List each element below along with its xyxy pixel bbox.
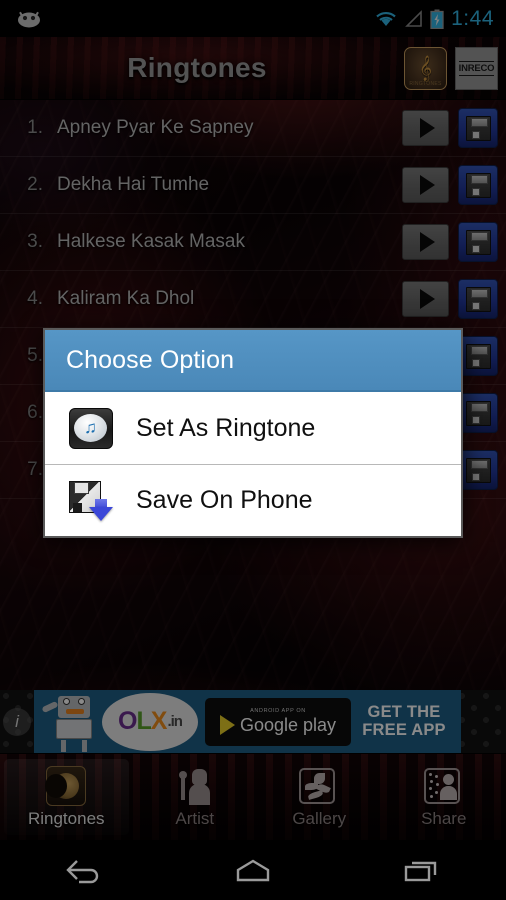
dialog-option-label: Set As Ringtone: [136, 413, 316, 442]
recents-icon: [404, 861, 436, 882]
dialog-title: Choose Option: [66, 345, 235, 374]
dialog-header: Choose Option: [45, 330, 461, 392]
save-to-phone-icon: [67, 477, 114, 524]
system-nav-bar: [0, 840, 506, 900]
nav-recents-button[interactable]: [380, 847, 464, 893]
home-icon: [236, 859, 270, 882]
dialog-option-save-on-phone[interactable]: Save On Phone: [45, 464, 461, 536]
app-screen: 1:44 Ringtones 𝄞 RINGTONES INRECO 1. Apn…: [0, 0, 506, 900]
dialog-option-set-as-ringtone[interactable]: ♫ Set As Ringtone: [45, 392, 461, 464]
nav-home-button[interactable]: [211, 847, 295, 893]
choose-option-dialog: Choose Option ♫ Set As Ringtone Save On …: [43, 328, 463, 538]
dialog-option-label: Save On Phone: [136, 486, 313, 514]
music-note-ringtone-icon: ♫: [67, 405, 114, 452]
nav-back-button[interactable]: [42, 847, 126, 893]
back-icon: [66, 860, 99, 884]
